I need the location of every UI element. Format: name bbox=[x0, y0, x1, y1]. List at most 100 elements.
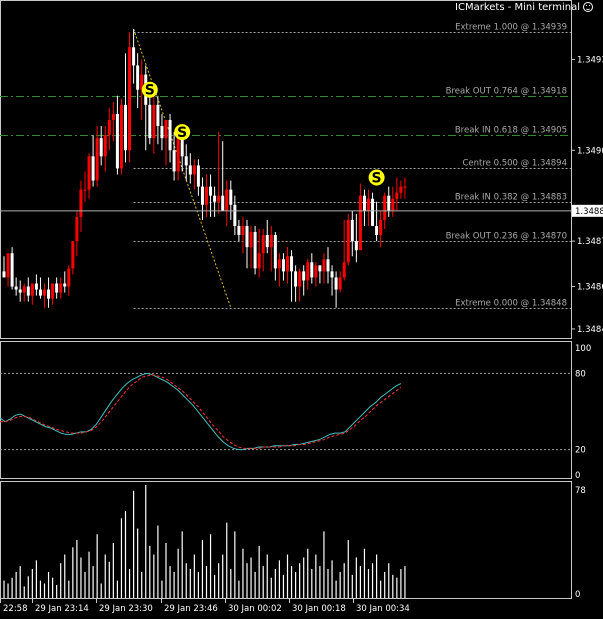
candle-body bbox=[26, 286, 30, 296]
candle bbox=[399, 180, 403, 199]
candle-body bbox=[2, 271, 6, 278]
candle bbox=[395, 177, 399, 211]
candle-body bbox=[346, 219, 350, 263]
candle bbox=[136, 53, 140, 108]
candle bbox=[265, 219, 269, 254]
candle-body bbox=[213, 195, 217, 202]
candle-body bbox=[22, 286, 26, 293]
candle-body bbox=[338, 277, 342, 290]
current-price-label: 1.3488 bbox=[575, 207, 603, 217]
time-label: 30 Jan 00:02 bbox=[228, 604, 282, 614]
candle-body bbox=[249, 232, 253, 248]
time-label: 30 Jan 00:18 bbox=[292, 604, 346, 614]
candle bbox=[10, 247, 14, 290]
oscillator-axis-label: 80 bbox=[575, 369, 586, 379]
signal-letter: S bbox=[145, 83, 155, 99]
candle-body bbox=[322, 259, 326, 272]
candle-body bbox=[71, 241, 75, 269]
candle bbox=[253, 225, 257, 275]
candle bbox=[225, 180, 229, 226]
candle bbox=[59, 277, 63, 299]
candle-body bbox=[294, 271, 298, 287]
candle bbox=[132, 29, 136, 84]
candle-body bbox=[375, 225, 379, 236]
candle-body bbox=[91, 156, 95, 181]
candle-body bbox=[310, 262, 314, 278]
candle-body bbox=[136, 65, 140, 90]
price-label: 1.3487 bbox=[577, 237, 603, 247]
candle bbox=[75, 210, 79, 257]
volume-axis-max: 78 bbox=[575, 486, 586, 496]
smiley-icon[interactable] bbox=[583, 2, 593, 12]
signal-marker[interactable]: S bbox=[174, 124, 191, 141]
candle bbox=[302, 265, 306, 296]
candle-body bbox=[265, 235, 269, 248]
signal-marker[interactable]: S bbox=[368, 169, 385, 187]
candle bbox=[87, 153, 91, 199]
time-label: 30 Jan 00:34 bbox=[356, 604, 410, 614]
candle-body bbox=[10, 253, 14, 287]
candle bbox=[330, 265, 334, 296]
candle bbox=[286, 247, 289, 284]
time-label: 29 Jan 23:30 bbox=[99, 604, 153, 614]
oscillator-axis-label: 100 bbox=[575, 344, 591, 354]
candle bbox=[362, 189, 366, 226]
candle-body bbox=[124, 104, 127, 151]
candle-body bbox=[358, 195, 362, 251]
candle-body bbox=[148, 104, 152, 139]
chart-canvas[interactable]: Extreme 1.000 @ 1.34939 Break OUT 0.764 @… bbox=[0, 0, 603, 619]
candle bbox=[71, 241, 75, 275]
candle-body bbox=[217, 195, 221, 202]
candle bbox=[152, 95, 156, 154]
candle bbox=[51, 283, 55, 305]
candle-body bbox=[354, 241, 358, 251]
candle-body bbox=[188, 165, 192, 175]
candle bbox=[354, 213, 358, 263]
price-label: 1.3493 bbox=[577, 55, 603, 65]
candle bbox=[322, 253, 326, 284]
candle-body bbox=[34, 283, 38, 290]
candle-body bbox=[67, 268, 71, 287]
candle bbox=[281, 253, 285, 281]
candle bbox=[318, 265, 322, 284]
candle bbox=[249, 225, 253, 269]
candle bbox=[18, 280, 22, 302]
candle-body bbox=[391, 198, 395, 211]
candle-body bbox=[277, 259, 281, 269]
candle-body bbox=[298, 271, 302, 287]
candle bbox=[91, 135, 95, 187]
candle-body bbox=[172, 150, 176, 172]
candle bbox=[229, 180, 233, 220]
candle-body bbox=[318, 265, 322, 272]
candle-body bbox=[196, 165, 200, 187]
candle bbox=[55, 277, 59, 299]
candle bbox=[338, 271, 342, 293]
candle bbox=[298, 268, 302, 302]
candle-body bbox=[403, 186, 407, 188]
candle-body bbox=[290, 256, 294, 272]
fib-level-label: Break OUT 0.764 @ 1.34918 bbox=[446, 87, 567, 97]
candle bbox=[14, 277, 18, 296]
candle bbox=[294, 265, 298, 302]
oscillator-axis-label: 20 bbox=[575, 446, 586, 456]
candle bbox=[350, 210, 354, 257]
candle bbox=[188, 153, 192, 184]
candle-body bbox=[75, 216, 79, 242]
candle bbox=[2, 256, 6, 278]
volume-panel-border bbox=[0, 481, 572, 599]
candle-body bbox=[286, 256, 289, 272]
candle bbox=[213, 186, 217, 217]
candle-body bbox=[334, 277, 338, 290]
candle bbox=[79, 180, 83, 233]
fib-level-label: Break OUT 0.236 @ 1.34870 bbox=[446, 232, 567, 242]
candle-body bbox=[128, 47, 132, 151]
candle-body bbox=[47, 289, 51, 299]
candle bbox=[306, 259, 310, 290]
candle bbox=[184, 144, 188, 181]
candle-body bbox=[119, 104, 123, 169]
time-label: 29 Jan 23:14 bbox=[35, 604, 89, 614]
candle-body bbox=[221, 195, 225, 211]
candle-body bbox=[14, 286, 18, 290]
candle-body bbox=[38, 289, 42, 296]
oscillator-panel: 100 80 20 0 bbox=[0, 344, 591, 481]
